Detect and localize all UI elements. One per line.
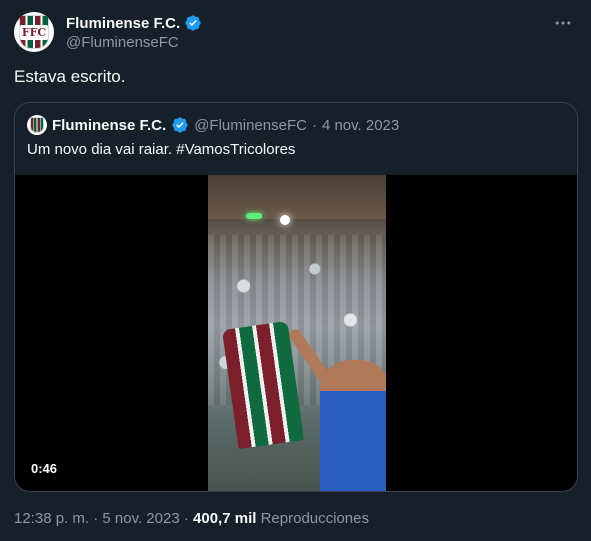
video-player[interactable]: 0:46 <box>15 175 577 491</box>
views-label: Reproducciones <box>260 510 369 527</box>
crest-letters: FFC <box>19 24 49 40</box>
author-info: Fluminense F.C. @FluminenseFC <box>66 14 202 51</box>
verified-badge-icon <box>185 15 201 31</box>
more-options-icon <box>555 21 571 25</box>
fan-figure <box>320 360 386 491</box>
tweet-time[interactable]: 12:38 p. m. <box>14 510 89 527</box>
quoted-tweet-text: Um novo dia vai raiar. #VamosTricolores <box>27 141 296 158</box>
meta-separator: · <box>183 510 189 527</box>
author-name-row: Fluminense F.C. <box>66 14 202 32</box>
video-frame <box>208 175 386 491</box>
author-avatar[interactable]: FFC <box>14 12 54 52</box>
verified-badge-icon <box>172 117 188 133</box>
meta-separator: · <box>93 510 99 527</box>
quoted-separator: · <box>311 116 317 134</box>
quoted-tweet-card[interactable]: Fluminense F.C. @FluminenseFC · 4 nov. 2… <box>14 102 578 492</box>
stadium-roof <box>208 175 386 219</box>
tweet-meta: 12:38 p. m. · 5 nov. 2023 · 400,7 mil Re… <box>14 510 369 527</box>
views-count: 400,7 mil <box>193 510 257 527</box>
video-duration: 0:46 <box>27 459 62 478</box>
fluminense-crest-icon <box>30 117 44 133</box>
quoted-author-handle: @FluminenseFC <box>194 116 307 134</box>
more-options-button[interactable] <box>549 12 577 34</box>
tweet-text: Estava escrito. <box>14 67 126 86</box>
quoted-date: 4 nov. 2023 <box>321 116 400 134</box>
tweet-date[interactable]: 5 nov. 2023 <box>102 510 179 527</box>
stadium-light-green <box>246 213 262 219</box>
tweet-header: FFC Fluminense F.C. @FluminenseFC <box>14 12 577 54</box>
stadium-light-white <box>280 215 290 225</box>
author-display-name[interactable]: Fluminense F.C. <box>66 15 180 32</box>
quoted-author-display-name: Fluminense F.C. <box>52 116 167 134</box>
quoted-tweet-header: Fluminense F.C. @FluminenseFC · 4 nov. 2… <box>27 115 399 135</box>
author-handle[interactable]: @FluminenseFC <box>66 34 202 51</box>
fluminense-crest-icon: FFC <box>19 15 49 49</box>
quoted-author-avatar <box>27 115 47 135</box>
